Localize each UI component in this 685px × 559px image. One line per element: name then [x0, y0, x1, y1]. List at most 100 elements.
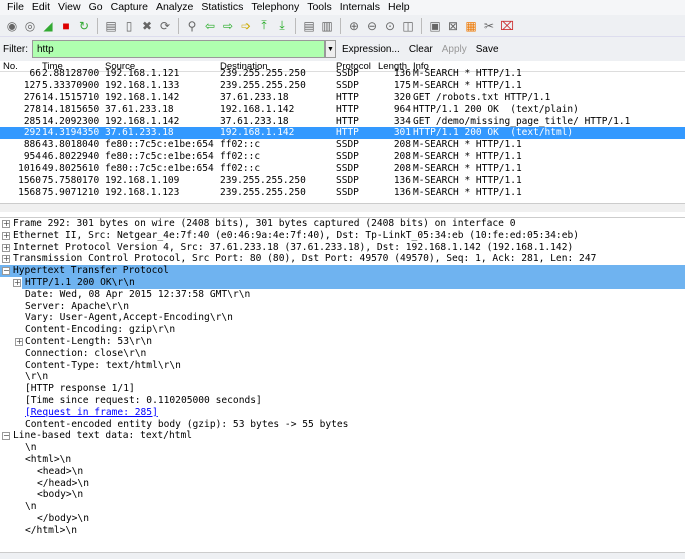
detail-line[interactable]: <head>\n — [0, 466, 685, 478]
stop-capture-icon[interactable]: ■ — [58, 18, 74, 34]
detail-line[interactable]: </head>\n — [0, 478, 685, 490]
main-toolbar: ◉ ◎ ◢ ■ ↻ ▤ ▯ ✖ ⟳ ⚲ ⇦ ⇨ ➩ ⤒ ⤓ ▤ ▥ ⊕ ⊖ ⊙ ◫ ▣ ⊠ ▦ ✂ ⌧ — [0, 15, 685, 37]
detail-line[interactable]: Date: Wed, 08 Apr 2015 12:37:58 GMT\r\n — [0, 289, 685, 301]
reload-icon[interactable]: ⟳ — [157, 18, 173, 34]
packet-info: M-SEARCH * HTTP/1.1 — [413, 186, 522, 198]
detail-line[interactable]: \n — [0, 501, 685, 513]
clear-button[interactable]: Clear — [409, 44, 433, 55]
packet-row[interactable]: 292 14.3194350 37.61.233.18 192.168.1.142 HT… — [0, 127, 685, 140]
go-back-icon[interactable]: ⇦ — [202, 18, 218, 34]
detail-line[interactable]: </body>\n — [0, 513, 685, 525]
restart-capture-icon[interactable]: ↻ — [76, 18, 92, 34]
packet-protocol: HTTP — [336, 91, 359, 103]
horizontal-scrollbar[interactable] — [0, 203, 685, 212]
menu-analyze[interactable]: Analyze — [152, 0, 197, 15]
menu-statistics[interactable]: Statistics — [197, 0, 247, 15]
detail-line[interactable]: + Transmission Control Protocol, Src Port… — [0, 253, 685, 265]
pane-divider[interactable] — [0, 552, 685, 559]
detail-line[interactable]: − Line-based text data: text/html — [0, 430, 685, 442]
capture-options-icon[interactable]: ◎ — [22, 18, 38, 34]
save-button[interactable]: Save — [476, 44, 499, 55]
start-capture-icon[interactable]: ◢ — [40, 18, 56, 34]
detail-line[interactable]: [Time since request: 0.110205000 seconds… — [0, 395, 685, 407]
detail-line[interactable]: Connection: close\r\n — [0, 348, 685, 360]
detail-line[interactable]: [HTTP response 1/1] — [0, 383, 685, 395]
find-packet-icon[interactable]: ⚲ — [184, 18, 200, 34]
menu-internals[interactable]: Internals — [336, 0, 384, 15]
zoom-normal-icon[interactable]: ⊙ — [382, 18, 398, 34]
detail-line[interactable]: + Content-Length: 53\r\n — [0, 336, 685, 348]
detail-line[interactable]: \r\n — [0, 371, 685, 383]
zoom-in-icon[interactable]: ⊕ — [346, 18, 362, 34]
detail-line[interactable]: + Internet Protocol Version 4, Src: 37.61… — [0, 242, 685, 254]
detail-line[interactable]: [Request in frame: 285] — [0, 407, 685, 419]
packet-row[interactable]: 278 14.1815650 37.61.233.18 192.168.1.142 HT… — [0, 104, 685, 116]
collapse-icon[interactable]: − — [2, 432, 10, 441]
detail-line[interactable]: \n — [0, 442, 685, 454]
packet-info: M-SEARCH * HTTP/1.1 — [413, 79, 522, 91]
packet-row[interactable]: 66 2.88128700 192.168.1.121 239.255.255.250… — [0, 68, 685, 80]
menu-capture[interactable]: Capture — [107, 0, 152, 15]
apply-button[interactable]: Apply — [442, 44, 467, 55]
coloring-rules-icon[interactable]: ▦ — [463, 18, 479, 34]
detail-line[interactable]: <html>\n — [0, 454, 685, 466]
colorize-icon[interactable]: ▤ — [301, 18, 317, 34]
packet-length: 301 — [393, 127, 411, 139]
menu-tools[interactable]: Tools — [303, 0, 336, 15]
packet-row[interactable]: 1560 75.7580170 192.168.1.109 239.255.255.2… — [0, 175, 685, 187]
interface-list-icon[interactable]: ◉ — [4, 18, 20, 34]
packet-protocol: SSDP — [336, 163, 359, 175]
detail-line[interactable]: Content-Type: text/html\r\n — [0, 360, 685, 372]
menu-telephony[interactable]: Telephony — [247, 0, 303, 15]
capture-filters-icon[interactable]: ▣ — [427, 18, 443, 34]
detail-line[interactable]: Server: Apache\r\n — [0, 301, 685, 313]
expand-icon[interactable]: + — [2, 220, 10, 228]
packet-source: 192.168.1.109 — [105, 175, 180, 187]
go-forward-icon[interactable]: ⇨ — [220, 18, 236, 34]
go-to-packet-icon[interactable]: ➩ — [238, 18, 254, 34]
filter-dropdown-button[interactable]: ▼ — [325, 40, 336, 58]
expression-button[interactable]: Expression... — [342, 44, 400, 55]
expand-icon[interactable]: + — [2, 243, 10, 252]
resize-columns-icon[interactable]: ◫ — [400, 18, 416, 34]
packet-row[interactable]: 276 14.1515710 192.168.1.142 37.61.233.18 HT… — [0, 92, 685, 104]
detail-line[interactable]: + Ethernet II, Src: Netgear_4e:7f:40 (e0:… — [0, 230, 685, 242]
detail-line[interactable]: − Hypertext Transfer Protocol — [0, 265, 685, 277]
detail-line[interactable]: + HTTP/1.1 200 OK\r\n — [13, 276, 685, 289]
first-packet-icon[interactable]: ⤒ — [256, 18, 272, 34]
detail-line[interactable]: Content-Encoding: gzip\r\n — [0, 324, 685, 336]
open-file-icon[interactable]: ▤ — [103, 18, 119, 34]
menu-help[interactable]: Help — [384, 0, 414, 15]
packet-row[interactable]: 954 46.8022940 fe80::7c5c:e1be:654 ff02::c S… — [0, 151, 685, 163]
packet-row[interactable]: 127 5.33370900 192.168.1.133 239.255.255.25… — [0, 80, 685, 92]
close-file-icon[interactable]: ✖ — [139, 18, 155, 34]
expand-icon[interactable]: + — [2, 231, 10, 240]
detail-line[interactable]: Content-encoded entity body (gzip): 53 b… — [0, 419, 685, 431]
menu-edit[interactable]: Edit — [28, 0, 54, 15]
packet-row[interactable]: 1568 75.9071210 192.168.1.123 239.255.255.2… — [0, 187, 685, 199]
zoom-out-icon[interactable]: ⊖ — [364, 18, 380, 34]
detail-line[interactable]: <body>\n — [0, 489, 685, 501]
detail-line[interactable]: </html>\n — [0, 525, 685, 537]
display-filters-icon[interactable]: ⊠ — [445, 18, 461, 34]
save-file-icon[interactable]: ▯ — [121, 18, 137, 34]
packet-destination: 192.168.1.142 — [220, 103, 295, 115]
detail-line[interactable]: + Frame 292: 301 bytes on wire (2408 bits… — [0, 218, 685, 230]
autoscroll-icon[interactable]: ▥ — [319, 18, 335, 34]
packet-row[interactable]: 1016 49.8025610 fe80::7c5c:e1be:654 ff02::c… — [0, 163, 685, 175]
menu-view[interactable]: View — [54, 0, 85, 15]
packet-row[interactable]: 886 43.8018040 fe80::7c5c:e1be:654 ff02::c S… — [0, 139, 685, 151]
menu-file[interactable]: File — [3, 0, 28, 15]
collapse-icon[interactable]: − — [2, 267, 10, 276]
filter-input[interactable]: http — [32, 40, 325, 58]
request-frame-link[interactable]: [Request in frame: 285] — [25, 407, 158, 419]
detail-line[interactable]: Vary: User-Agent,Accept-Encoding\r\n — [0, 312, 685, 324]
preferences-icon[interactable]: ✂ — [481, 18, 497, 34]
expand-icon[interactable]: + — [2, 255, 10, 264]
packet-row[interactable]: 285 14.2092300 192.168.1.142 37.61.233.18 HT… — [0, 116, 685, 128]
menu-go[interactable]: Go — [85, 0, 107, 15]
expand-icon[interactable]: + — [13, 278, 21, 287]
help-icon[interactable]: ⌧ — [499, 18, 515, 34]
expand-icon[interactable]: + — [15, 337, 23, 346]
last-packet-icon[interactable]: ⤓ — [274, 18, 290, 34]
